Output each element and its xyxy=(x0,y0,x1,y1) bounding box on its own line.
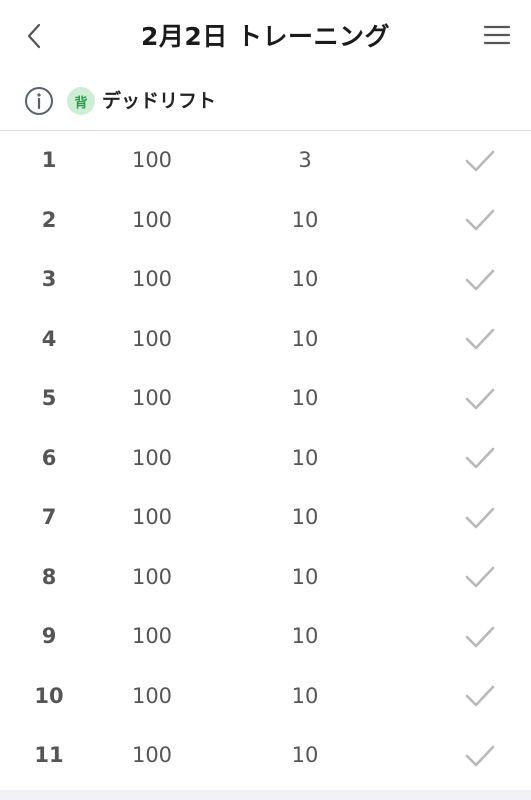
set-complete-toggle[interactable] xyxy=(458,548,502,608)
set-weight[interactable]: 100 xyxy=(112,548,192,608)
set-weight[interactable]: 100 xyxy=(112,131,192,191)
set-complete-toggle[interactable] xyxy=(458,726,502,786)
page-title: 2月2日 トレーニング xyxy=(141,22,390,51)
set-weight[interactable]: 100 xyxy=(112,250,192,310)
checkmark-icon xyxy=(465,507,495,529)
set-reps[interactable]: 3 xyxy=(265,131,345,191)
set-complete-toggle[interactable] xyxy=(458,488,502,548)
checkmark-icon xyxy=(465,566,495,588)
app-header: 2月2日 トレーニング xyxy=(0,0,531,70)
checkmark-icon xyxy=(465,388,495,410)
info-icon xyxy=(25,87,53,115)
set-reps[interactable]: 10 xyxy=(265,726,345,786)
set-complete-toggle[interactable] xyxy=(458,369,502,429)
set-row[interactable]: 6 100 10 xyxy=(0,429,531,489)
set-row[interactable]: 5 100 10 xyxy=(0,369,531,429)
bottom-strip xyxy=(0,790,531,800)
set-row[interactable]: 3 100 10 xyxy=(0,250,531,310)
checkmark-icon xyxy=(465,745,495,767)
set-row[interactable]: 9 100 10 xyxy=(0,607,531,667)
checkmark-icon xyxy=(465,685,495,707)
set-list: 1 100 3 2 100 10 3 100 10 4 100 10 5 100 10 6 100 10 7 100 1… xyxy=(0,131,531,786)
set-number: 10 xyxy=(34,683,64,708)
set-reps[interactable]: 10 xyxy=(265,548,345,608)
set-reps[interactable]: 10 xyxy=(265,369,345,429)
set-number: 4 xyxy=(41,326,57,351)
set-number: 3 xyxy=(41,267,57,291)
set-number: 5 xyxy=(41,386,57,410)
set-row[interactable]: 10 100 10 xyxy=(0,667,531,727)
set-number: 11 xyxy=(34,743,64,767)
checkmark-icon xyxy=(465,626,495,648)
set-number: 2 xyxy=(41,207,57,232)
set-complete-toggle[interactable] xyxy=(458,607,502,667)
set-complete-toggle[interactable] xyxy=(458,250,502,310)
hamburger-menu-icon xyxy=(483,25,511,45)
set-weight[interactable]: 100 xyxy=(112,667,192,727)
checkmark-icon xyxy=(465,150,495,172)
set-complete-toggle[interactable] xyxy=(458,667,502,727)
exercise-bar: 背 デッドリフト xyxy=(0,72,531,131)
set-complete-toggle[interactable] xyxy=(458,429,502,489)
set-weight[interactable]: 100 xyxy=(112,726,192,786)
exercise-name[interactable]: デッドリフト xyxy=(102,87,216,115)
set-weight[interactable]: 100 xyxy=(112,369,192,429)
set-weight[interactable]: 100 xyxy=(112,310,192,370)
set-complete-toggle[interactable] xyxy=(458,131,502,191)
set-reps[interactable]: 10 xyxy=(265,191,345,251)
info-button[interactable] xyxy=(24,86,54,116)
checkmark-icon xyxy=(465,269,495,291)
checkmark-icon xyxy=(465,328,495,350)
set-reps[interactable]: 10 xyxy=(265,607,345,667)
set-row[interactable]: 2 100 10 xyxy=(0,191,531,251)
menu-button[interactable] xyxy=(481,20,513,50)
set-reps[interactable]: 10 xyxy=(265,667,345,727)
set-reps[interactable]: 10 xyxy=(265,429,345,489)
checkmark-icon xyxy=(465,209,495,231)
set-weight[interactable]: 100 xyxy=(112,607,192,667)
set-complete-toggle[interactable] xyxy=(458,310,502,370)
set-row[interactable]: 8 100 10 xyxy=(0,548,531,608)
set-row[interactable]: 11 100 10 xyxy=(0,726,531,786)
set-weight[interactable]: 100 xyxy=(112,488,192,548)
set-row[interactable]: 7 100 10 xyxy=(0,488,531,548)
set-weight[interactable]: 100 xyxy=(112,191,192,251)
set-number: 1 xyxy=(41,148,57,172)
body-part-badge: 背 xyxy=(67,87,95,115)
set-reps[interactable]: 10 xyxy=(265,250,345,310)
set-reps[interactable]: 10 xyxy=(265,310,345,370)
set-complete-toggle[interactable] xyxy=(458,191,502,251)
set-number: 8 xyxy=(41,564,57,589)
checkmark-icon xyxy=(465,447,495,469)
set-reps[interactable]: 10 xyxy=(265,488,345,548)
set-weight[interactable]: 100 xyxy=(112,429,192,489)
set-number: 6 xyxy=(41,445,57,470)
set-row[interactable]: 1 100 3 xyxy=(0,131,531,191)
set-number: 9 xyxy=(41,624,57,648)
set-row[interactable]: 4 100 10 xyxy=(0,310,531,370)
set-number: 7 xyxy=(41,505,57,529)
